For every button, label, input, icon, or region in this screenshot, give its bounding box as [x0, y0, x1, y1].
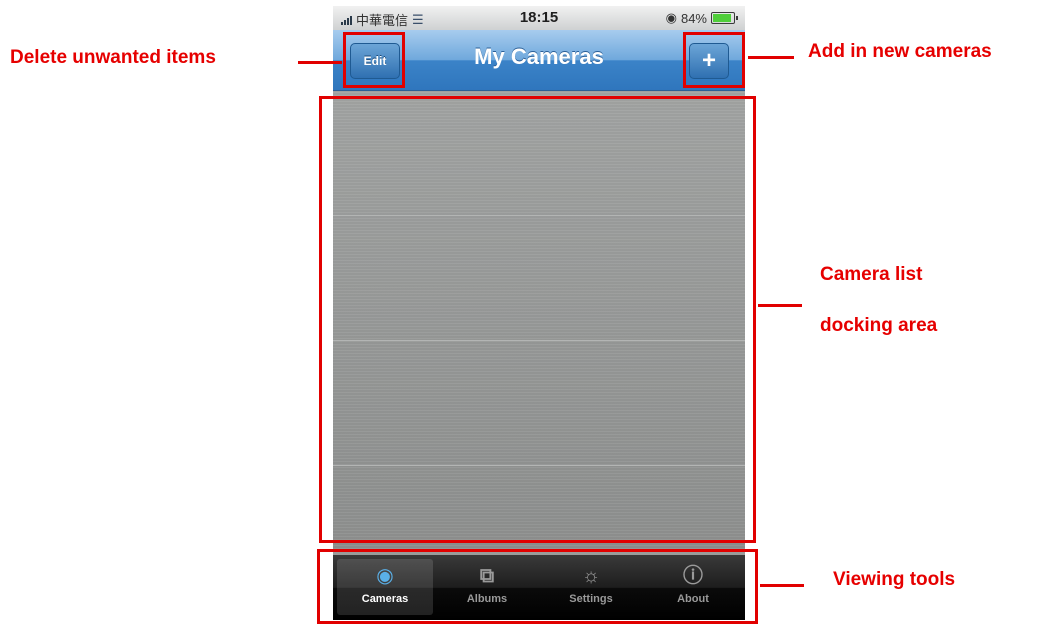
- edit-callout-line: [298, 61, 342, 64]
- status-bar: 中華電信 ☰ 18:15 ◉ 84%: [333, 6, 745, 30]
- status-right: ◉ 84%: [665, 10, 738, 26]
- tools-callout-line: [760, 584, 804, 587]
- edit-callout-label: Delete unwanted items: [10, 47, 216, 68]
- list-callout-label-1: Camera list: [820, 264, 923, 285]
- list-highlight-frame: [319, 96, 756, 543]
- orientation-lock-icon: ◉: [665, 10, 677, 25]
- list-callout-line: [758, 304, 802, 307]
- battery-percent: 84%: [680, 10, 707, 26]
- tools-callout-label: Viewing tools: [833, 569, 956, 590]
- edit-highlight-frame: [343, 32, 405, 88]
- tabbar-highlight-frame: [317, 549, 758, 624]
- list-callout-label-2: docking area: [820, 315, 938, 336]
- battery-icon: [711, 12, 738, 24]
- add-callout-label: Add in new cameras: [808, 41, 992, 62]
- add-highlight-frame: [683, 32, 745, 88]
- add-callout-line: [748, 56, 794, 59]
